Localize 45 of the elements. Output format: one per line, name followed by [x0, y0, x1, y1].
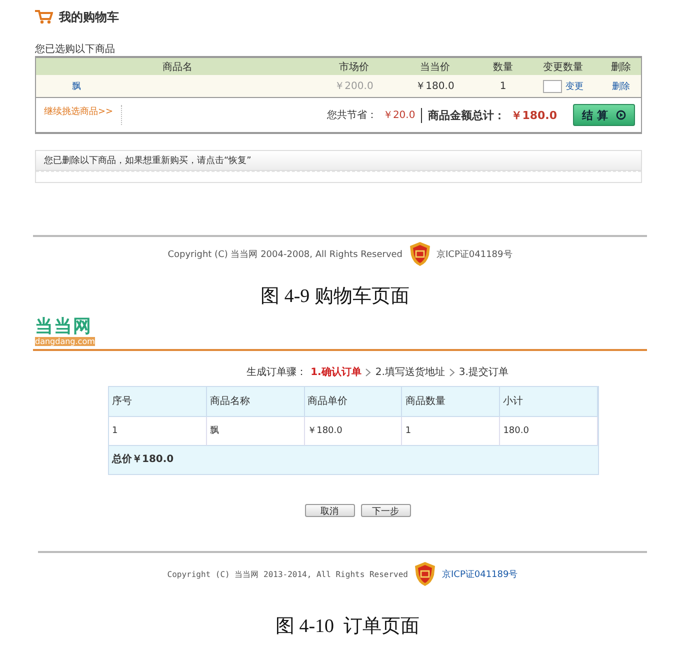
- emblem-icon: [408, 241, 431, 267]
- total-label: 商品金额总计：: [421, 108, 506, 122]
- delete-link[interactable]: 删除: [601, 80, 641, 92]
- steps-label: 生成订单骤：: [246, 366, 307, 379]
- column-header: 商品数量: [402, 387, 500, 417]
- order-step: 3.提交订单: [458, 365, 508, 379]
- total-amount: ￥180.0: [511, 108, 557, 122]
- figure-caption: 图 4-10 订单页面: [275, 616, 420, 637]
- license-link[interactable]: 京ICP证041189号: [436, 248, 512, 260]
- quantity-field[interactable]: [542, 80, 562, 92]
- order-step: 1.确认订单: [310, 365, 362, 379]
- column-header: 商品名称: [206, 387, 305, 417]
- change-link[interactable]: 变更: [566, 80, 584, 92]
- checkout-button[interactable]: 结 算: [573, 104, 635, 126]
- chevron-icon: [448, 368, 455, 376]
- savings-amount: ￥20.0: [382, 109, 416, 122]
- product-link[interactable]: 飘: [36, 80, 319, 92]
- column-header: 市场价: [338, 60, 370, 74]
- column-header: 数量: [492, 60, 514, 74]
- column-header: 变更数量: [542, 60, 584, 74]
- order-total: 总价￥180.0: [109, 446, 598, 474]
- savings-label: 您共节省：: [326, 108, 377, 122]
- order-step: 2.填写送货地址: [375, 365, 445, 379]
- column-header: 商品名: [162, 60, 194, 74]
- emblem-icon: [414, 561, 436, 587]
- copyright-text: Copyright (C) 当当网 2004-2008, All Rights Reserved: [168, 248, 403, 260]
- column-header: 小计: [500, 387, 598, 417]
- column-header: 商品单价: [304, 387, 402, 417]
- cancel-button[interactable]: 取消: [304, 504, 354, 517]
- market-price: ￥200.0: [334, 80, 374, 93]
- next-button[interactable]: 下一步: [360, 504, 410, 517]
- intro-text: 您已选购以下商品: [35, 42, 116, 56]
- column-header: 删除: [610, 60, 632, 74]
- cart-icon: [35, 10, 53, 24]
- column-header: 当当价: [419, 60, 451, 74]
- quantity: 1: [498, 80, 508, 92]
- column-header: 序号: [109, 387, 207, 417]
- price: ￥180.0: [414, 80, 456, 93]
- page-title: 我的购物车: [59, 8, 119, 26]
- deleted-notice: 您已删除以下商品，如果想重新购买，请点击“恢复”: [36, 151, 641, 171]
- copyright-text: Copyright (C) 当当网 2013-2014, All Rights Reserved: [167, 568, 408, 580]
- license-link[interactable]: 京ICP证041189号: [442, 568, 518, 580]
- play-icon: [616, 110, 626, 120]
- chevron-icon: [365, 368, 372, 376]
- figure-caption: 图 4-9 购物车页面: [260, 286, 410, 307]
